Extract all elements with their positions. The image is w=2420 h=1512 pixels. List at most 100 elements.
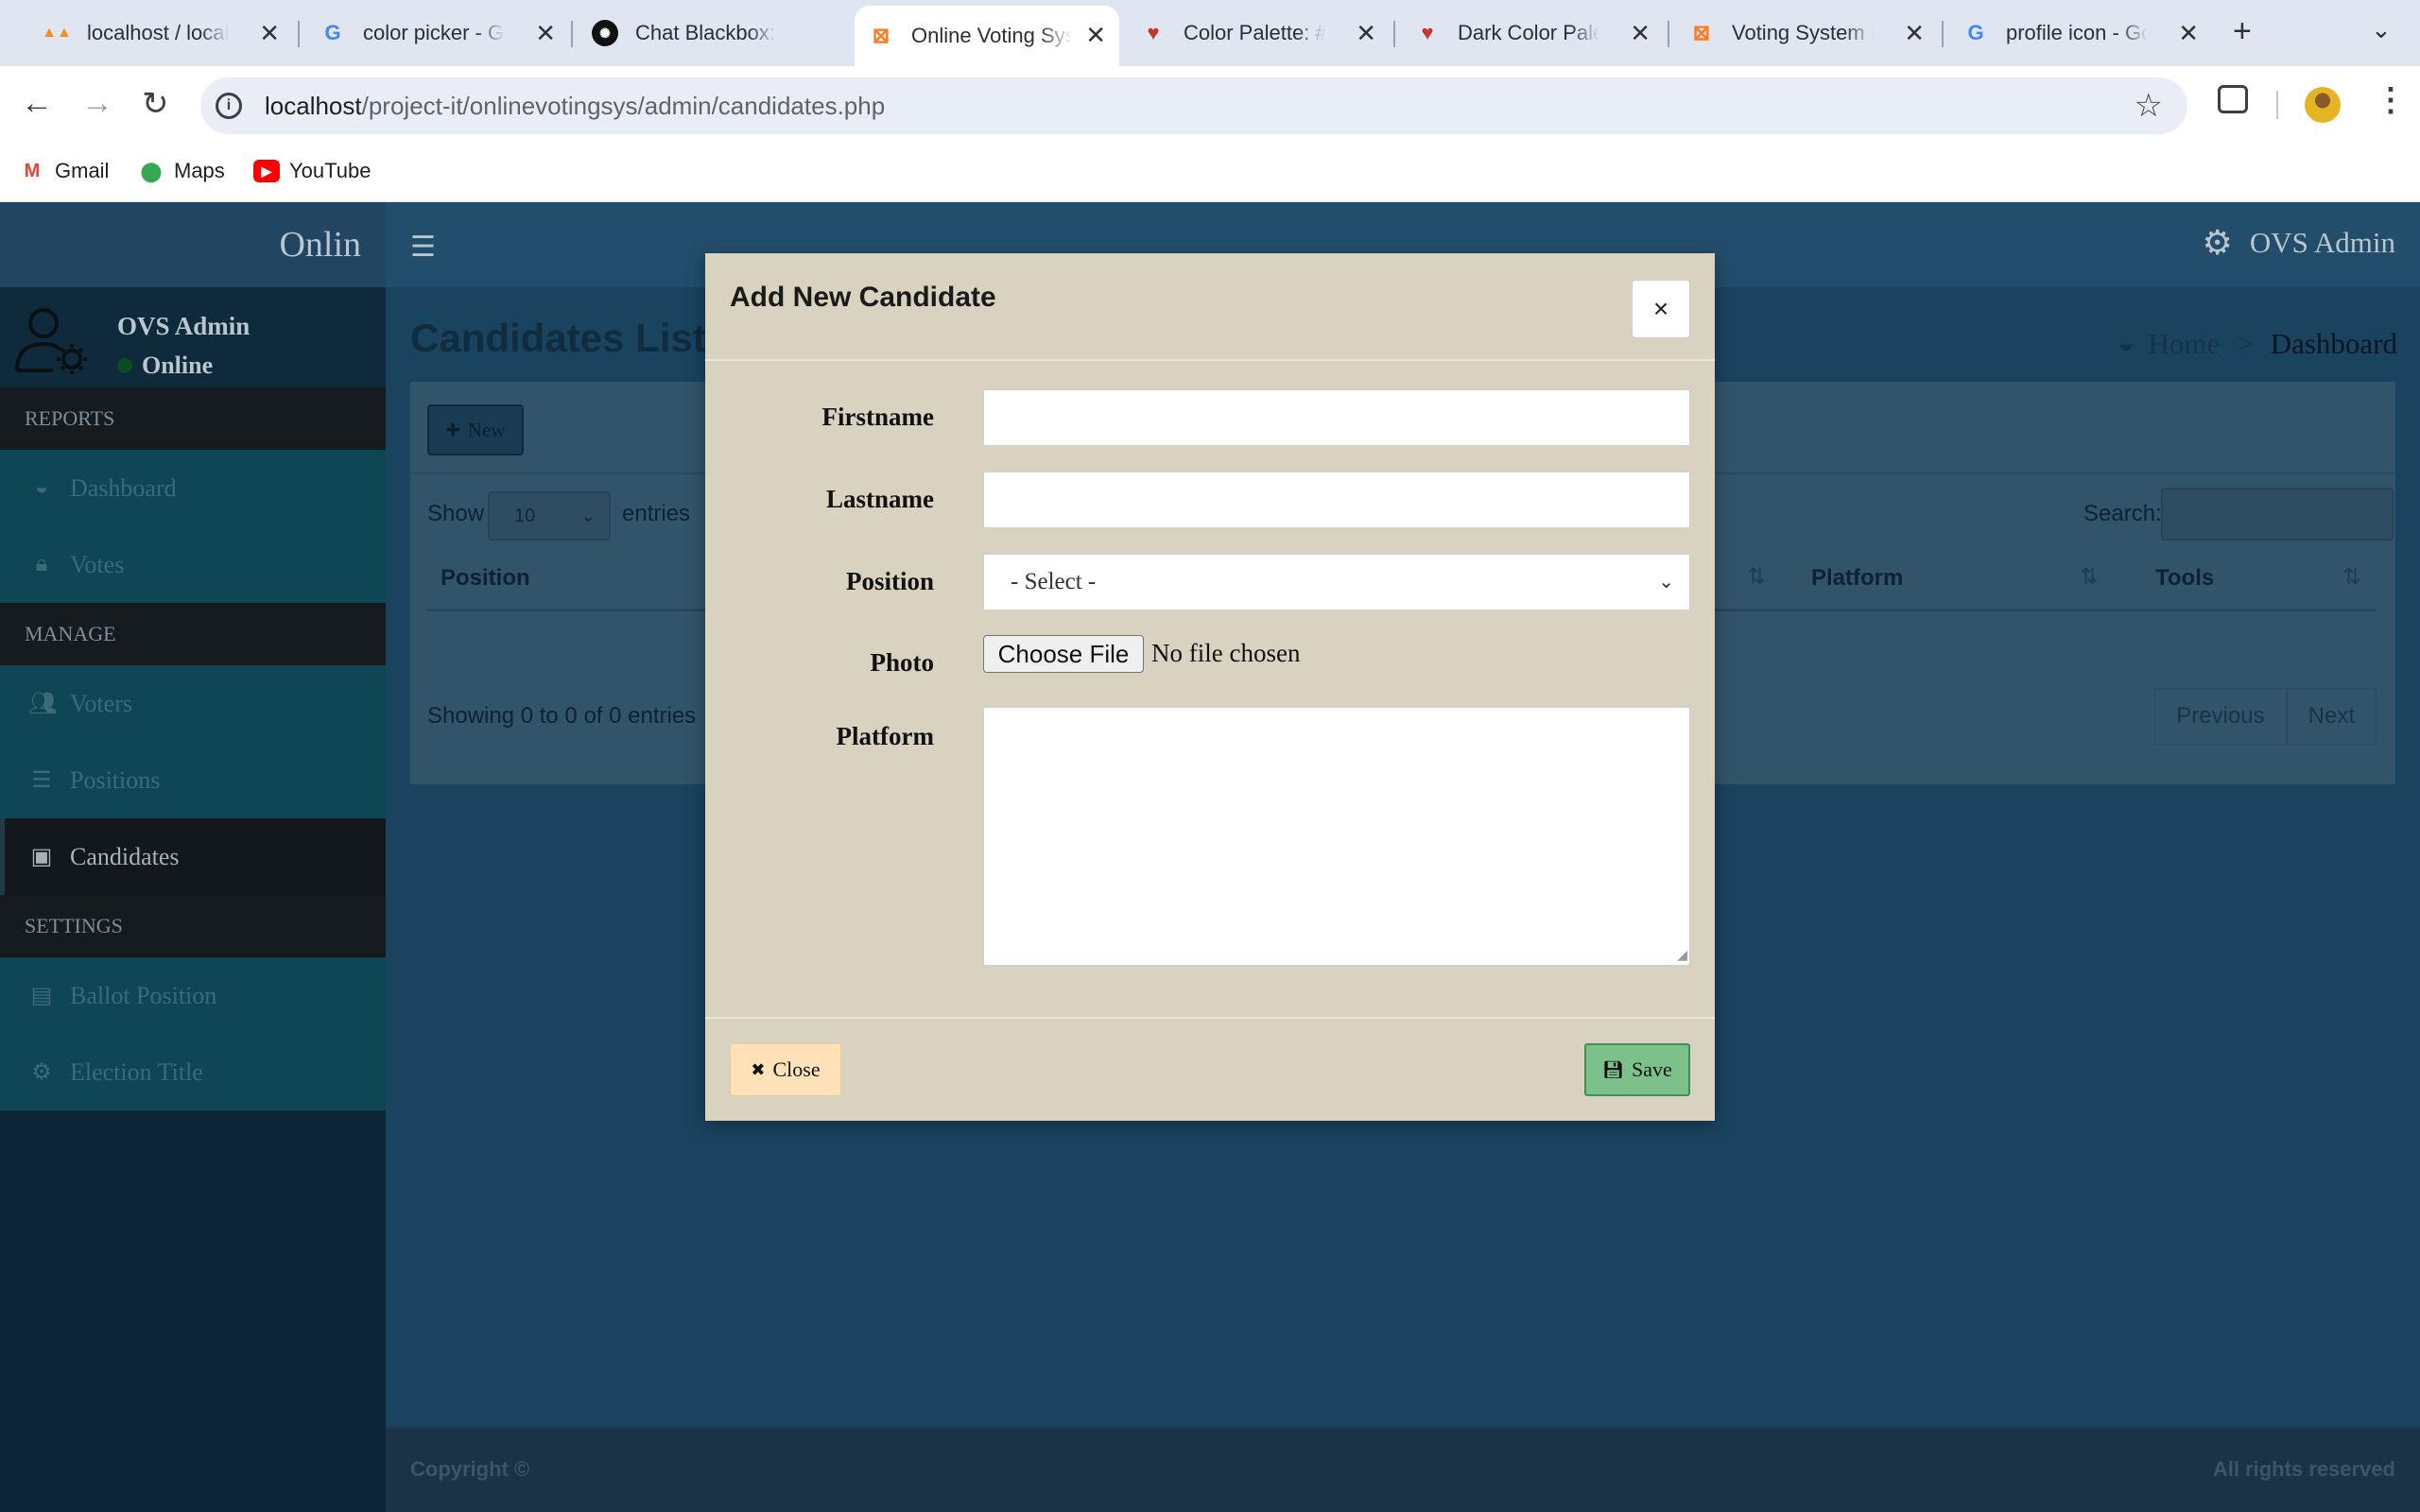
firstname-field[interactable] bbox=[983, 389, 1690, 446]
sidebar-item-voters[interactable]: 👥︎ Voters bbox=[0, 665, 386, 742]
modal-header: Add New Candidate × bbox=[705, 253, 1715, 361]
lastname-label: Lastname bbox=[826, 485, 934, 513]
tab-phpmyadmin[interactable]: ▲▲ localhost / localhost ✕ bbox=[42, 11, 280, 55]
user-name: OVS Admin bbox=[117, 312, 251, 340]
choose-file-button[interactable]: Choose File bbox=[983, 635, 1144, 673]
page-title: Candidates List bbox=[410, 316, 706, 360]
sort-icon[interactable]: ⇅ bbox=[2080, 563, 2099, 591]
search-input[interactable] bbox=[2161, 488, 2394, 541]
tab-separator bbox=[298, 21, 300, 47]
next-page-button[interactable]: Next bbox=[2286, 688, 2377, 745]
close-tab-icon[interactable]: ✕ bbox=[2178, 19, 2199, 48]
dashboard-icon: ◒ bbox=[2118, 328, 2135, 359]
close-icon: ✖ bbox=[751, 1059, 766, 1079]
google-icon: G bbox=[1967, 21, 1984, 44]
modal-footer: ✖ Close 💾︎ Save bbox=[705, 1017, 1715, 1121]
brand-logo[interactable]: Onlin bbox=[0, 202, 386, 287]
sidebar-item-candidates[interactable]: ▣ Candidates bbox=[0, 818, 386, 895]
add-candidate-modal: Add New Candidate × Firstname Lastname P… bbox=[705, 253, 1715, 1121]
user-panel: OVS Admin Online bbox=[0, 287, 386, 387]
column-header-position[interactable]: Position bbox=[441, 565, 530, 592]
column-header-platform[interactable]: Platform bbox=[1811, 565, 1903, 592]
tab-voting-system[interactable]: ⊠ Voting System using ✕ bbox=[1688, 11, 1925, 55]
column-header-tools[interactable]: Tools bbox=[2155, 565, 2214, 592]
table-info: Showing 0 to 0 of 0 entries bbox=[427, 703, 697, 729]
close-tab-icon[interactable]: ✕ bbox=[1085, 21, 1106, 50]
sort-icon[interactable]: ⇅ bbox=[2342, 563, 2361, 591]
close-button[interactable]: ✖ Close bbox=[730, 1043, 841, 1096]
new-tab-icon[interactable]: + bbox=[2233, 13, 2252, 50]
url-text[interactable]: localhost/project-it/onlinevotingsys/adm… bbox=[265, 92, 885, 121]
entries-per-page-select[interactable]: 10 ⌄ bbox=[488, 491, 611, 541]
plus-icon: ✚ bbox=[445, 420, 460, 439]
tab-color-palette[interactable]: ♥ Color Palette: #1 ✕ bbox=[1140, 11, 1376, 55]
toolbar-divider bbox=[2276, 91, 2278, 119]
save-button[interactable]: 💾︎ Save bbox=[1584, 1043, 1690, 1096]
bookmark-youtube[interactable]: ▶ YouTube bbox=[253, 159, 371, 183]
chevron-down-icon: ⌄ bbox=[580, 507, 596, 525]
reload-icon[interactable]: ↻ bbox=[142, 85, 169, 123]
user-settings-icon bbox=[15, 308, 87, 374]
more-menu-icon[interactable]: ⋮ bbox=[2375, 81, 2407, 119]
previous-page-button[interactable]: Previous bbox=[2154, 688, 2287, 745]
show-label: Show bbox=[427, 501, 485, 526]
breadcrumb-home[interactable]: Home bbox=[2148, 327, 2220, 361]
user-menu[interactable]: ⚙ OVS Admin bbox=[2203, 223, 2395, 263]
position-select[interactable]: - Select - ⌄ bbox=[983, 554, 1690, 610]
bookmark-star-icon[interactable]: ☆ bbox=[2135, 87, 2163, 125]
close-icon[interactable]: × bbox=[1632, 280, 1690, 338]
breadcrumb-current: Dashboard bbox=[2270, 327, 2397, 360]
tab-online-voting-system[interactable]: ⊠ Online Voting System ✕ bbox=[855, 6, 1119, 66]
close-tab-icon[interactable]: ✕ bbox=[1356, 19, 1376, 48]
sort-icon[interactable]: ⇅ bbox=[1747, 563, 1766, 591]
close-tab-icon[interactable]: ✕ bbox=[1630, 19, 1651, 48]
bookmark-gmail[interactable]: M Gmail bbox=[19, 159, 110, 183]
blackbox-icon: ✺ bbox=[592, 20, 618, 46]
cogs-icon: ⚙ bbox=[31, 1060, 52, 1085]
hamburger-menu-icon[interactable]: ☰ bbox=[410, 231, 436, 264]
sidebar-header-manage: MANAGE bbox=[0, 603, 386, 665]
sidebar-header-settings: SETTINGS bbox=[0, 895, 386, 957]
close-tab-icon[interactable]: ✕ bbox=[535, 19, 556, 48]
extensions-icon[interactable] bbox=[2218, 85, 2248, 113]
sidebar-item-ballot-position[interactable]: ▤ Ballot Position bbox=[0, 957, 386, 1034]
users-icon: 👥︎ bbox=[28, 692, 58, 716]
site-info-icon[interactable]: i bbox=[216, 93, 242, 119]
browser-toolbar: ← → ↻ i localhost/project-it/onlinevotin… bbox=[0, 66, 2420, 146]
tab-chat-blackbox[interactable]: ✺ Chat Blackbox: AI bbox=[592, 11, 828, 55]
close-tab-icon[interactable]: ✕ bbox=[259, 19, 280, 48]
modal-title: Add New Candidate bbox=[730, 282, 996, 313]
lock-icon: 🔒︎ bbox=[35, 552, 48, 576]
address-bar[interactable]: i localhost/project-it/onlinevotingsys/a… bbox=[200, 77, 2187, 134]
pagination: Previous Next bbox=[2154, 688, 2377, 745]
list-icon: ☰ bbox=[31, 768, 52, 793]
tab-separator bbox=[1942, 21, 1944, 47]
chevron-down-icon[interactable]: ⌄ bbox=[2371, 15, 2392, 44]
close-tab-icon[interactable]: ✕ bbox=[1904, 19, 1925, 48]
palette-icon: ♥ bbox=[1147, 21, 1160, 44]
avatar[interactable] bbox=[2305, 87, 2341, 123]
photo-label: Photo bbox=[870, 648, 935, 677]
sidebar-item-dashboard[interactable]: ◒ Dashboard bbox=[0, 450, 386, 526]
sidebar-item-positions[interactable]: ☰ Positions bbox=[0, 742, 386, 818]
lastname-field[interactable] bbox=[983, 472, 1690, 528]
bookmark-maps[interactable]: ⬤ Maps bbox=[138, 159, 225, 183]
tab-profile-icon[interactable]: G profile icon - Google ✕ bbox=[1962, 11, 2199, 55]
resize-handle-icon[interactable]: ◢ bbox=[1677, 947, 1687, 963]
entries-label: entries bbox=[622, 501, 691, 526]
forward-icon[interactable]: → bbox=[81, 85, 113, 122]
file-status: No file chosen bbox=[1151, 639, 1301, 667]
phpmyadmin-icon: ▲▲ bbox=[42, 25, 72, 41]
back-icon[interactable]: ← bbox=[21, 85, 53, 122]
tab-separator bbox=[1393, 21, 1395, 47]
tab-color-picker[interactable]: G color picker - Google ✕ bbox=[320, 11, 556, 55]
footer-rights: All rights reserved bbox=[2212, 1457, 2395, 1481]
sidebar-item-votes[interactable]: 🔒︎ Votes bbox=[0, 526, 386, 603]
platform-textarea[interactable]: ◢ bbox=[983, 707, 1690, 966]
platform-label: Platform bbox=[836, 722, 934, 750]
new-candidate-button[interactable]: ✚ New bbox=[427, 404, 524, 455]
youtube-icon: ▶ bbox=[253, 160, 280, 182]
footer-copyright: Copyright © bbox=[410, 1457, 530, 1481]
tab-dark-color-palette[interactable]: ♥ Dark Color Palette ✕ bbox=[1414, 11, 1651, 55]
sidebar-item-election-title[interactable]: ⚙ Election Title bbox=[0, 1034, 386, 1110]
